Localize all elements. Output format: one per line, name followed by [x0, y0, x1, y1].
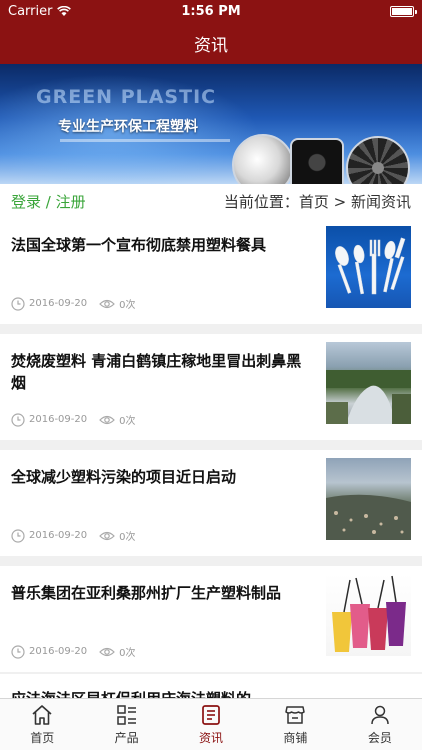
plastic-pellets-image	[232, 134, 294, 184]
page-title: 资讯	[194, 35, 228, 56]
tab-member[interactable]: 会员	[338, 699, 422, 750]
news-list: 法国全球第一个宣布彻底禁用塑料餐具 2016-09-20 0次 焚烧废塑料 青浦…	[0, 218, 422, 682]
tab-news[interactable]: 资讯	[169, 699, 253, 750]
plastic-gear-image	[290, 138, 344, 184]
tab-bar: 首页 产品 资讯 商铺 会员	[0, 698, 422, 750]
news-title: 全球减少塑料污染的项目近日启动	[11, 468, 237, 486]
banner-chinese-text: 专业生产环保工程塑料	[58, 119, 198, 135]
auth-links: 登录 / 注册	[11, 191, 86, 212]
news-views: 0次	[119, 532, 136, 543]
breadcrumb: 当前位置：首页 > 新闻资讯	[223, 192, 411, 211]
plastic-fan-image	[346, 136, 410, 184]
tab-label: 会员	[367, 731, 392, 745]
news-title: 普乐集团在亚利桑那州扩厂生产塑料制品	[11, 584, 282, 602]
news-meta: 2016-09-20 0次	[11, 644, 136, 659]
battery-icon	[390, 5, 417, 17]
news-date: 2016-09-20	[29, 298, 88, 309]
news-meta: 2016-09-20 0次	[11, 296, 136, 311]
news-title: 法国全球第一个宣布彻底禁用塑料餐具	[11, 236, 267, 254]
news-icon	[202, 705, 220, 725]
news-item[interactable]: 焚烧废塑料 青浦白鹤镇庄稼地里冒出刺鼻黑烟 2016-09-20 0次	[0, 334, 422, 440]
login-link[interactable]: 登录	[11, 193, 41, 211]
tab-label: 商铺	[283, 731, 308, 745]
clock-icon	[11, 528, 25, 543]
news-title: 焚烧废塑料 青浦白鹤镇庄稼地里冒出刺鼻黑烟	[11, 352, 302, 392]
tab-home[interactable]: 首页	[0, 699, 84, 750]
news-date: 2016-09-20	[29, 414, 88, 425]
breadcrumb-bar: 登录 / 注册 当前位置：首页 > 新闻资讯	[0, 184, 422, 218]
clock-icon	[11, 412, 25, 427]
nav-bar: 资讯	[0, 22, 422, 64]
news-item[interactable]: 全球减少塑料污染的项目近日启动 2016-09-20 0次	[0, 450, 422, 556]
tab-label: 产品	[114, 731, 139, 745]
eye-icon	[99, 531, 115, 540]
status-time: 1:56 PM	[181, 3, 241, 19]
news-meta: 2016-09-20 0次	[11, 528, 136, 543]
banner-english-text: GREEN PLASTIC	[36, 86, 217, 108]
auth-separator: /	[45, 192, 51, 211]
news-views: 0次	[119, 648, 136, 659]
banner-divider	[60, 139, 230, 142]
news-views: 0次	[119, 416, 136, 427]
news-thumbnail-plastic-cups[interactable]	[326, 574, 411, 656]
tab-label: 首页	[30, 731, 55, 745]
news-date: 2016-09-20	[29, 646, 88, 657]
clock-icon	[11, 296, 25, 311]
shop-icon	[285, 706, 306, 724]
news-thumbnail-burning-field[interactable]	[326, 342, 411, 424]
banner[interactable]: GREEN PLASTIC 专业生产环保工程塑料	[0, 64, 422, 184]
news-date: 2016-09-20	[29, 530, 88, 541]
user-icon	[371, 705, 389, 725]
home-icon	[32, 705, 52, 725]
news-item[interactable]: 普乐集团在亚利桑那州扩厂生产塑料制品 2016-09-20 0次	[0, 566, 422, 672]
news-meta: 2016-09-20 0次	[11, 412, 136, 427]
grid-list-icon	[116, 705, 136, 725]
tab-label: 资讯	[199, 731, 224, 745]
news-thumbnail-beach-waste[interactable]	[326, 458, 411, 540]
eye-icon	[99, 647, 115, 656]
tab-shop[interactable]: 商铺	[253, 699, 337, 750]
eye-icon	[99, 299, 115, 308]
clock-icon	[11, 644, 25, 659]
news-thumbnail-cutlery[interactable]	[326, 226, 411, 308]
register-link[interactable]: 注册	[56, 193, 86, 211]
news-views: 0次	[119, 300, 136, 311]
tab-products[interactable]: 产品	[84, 699, 168, 750]
eye-icon	[99, 415, 115, 424]
status-bar: Carrier 1:56 PM	[0, 0, 422, 22]
news-item[interactable]: 法国全球第一个宣布彻底禁用塑料餐具 2016-09-20 0次	[0, 218, 422, 324]
